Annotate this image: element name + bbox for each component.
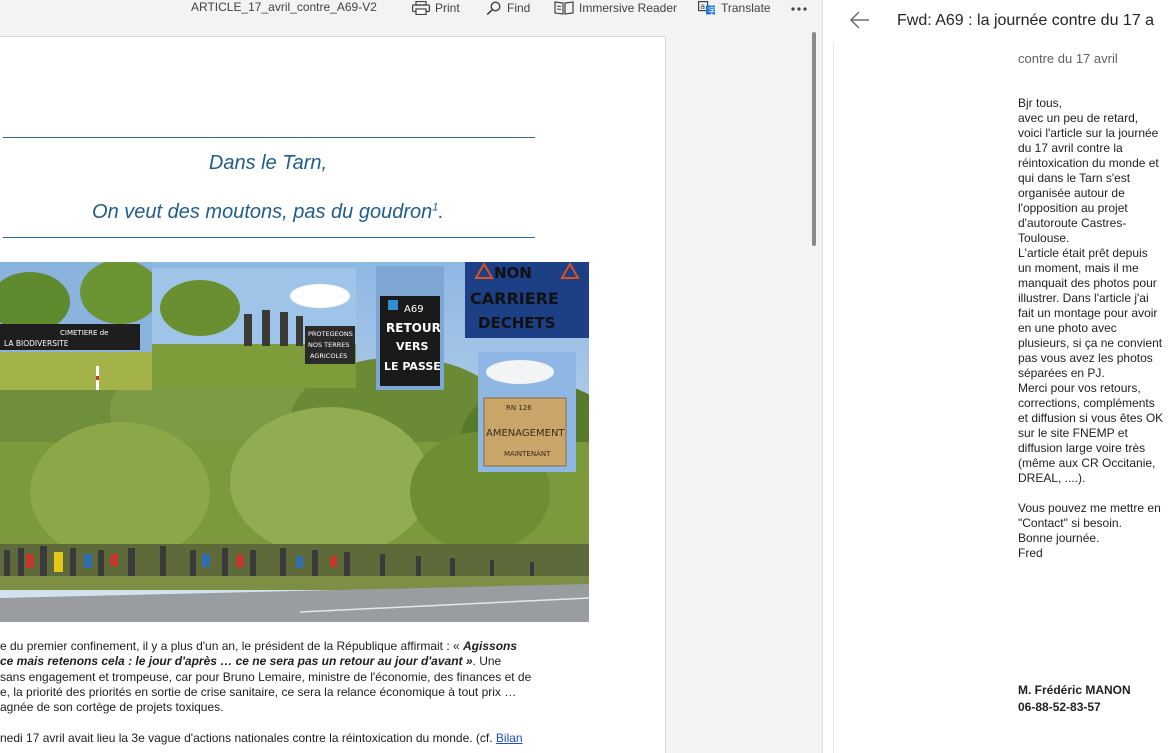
print-label: Print <box>435 1 460 15</box>
mail-body-line: Bjr tous, <box>1018 96 1063 110</box>
mail-body-line: organisée autour de <box>1018 186 1125 200</box>
para-1-line-1: e du premier confinement, il y a plus d'… <box>0 639 600 654</box>
mail-subject-tail: contre du 17 avril <box>1018 51 1118 66</box>
signature-phone: 06-88-52-83-57 <box>1018 700 1101 714</box>
sign-rn-line-3: MAINTENANT <box>504 450 551 458</box>
document-viewer: ARTICLE_17_avril_contre_A69-V2 Print Fin… <box>0 0 822 753</box>
protest-photo-montage: CIMETIERE de LA BIODIVERSITE PROTEGEONS … <box>0 262 589 622</box>
sign-rn-line-2: AMENAGEMENT <box>486 428 565 439</box>
mail-body-line: et diffusion si vous êtes OK <box>1018 411 1164 425</box>
mail-body-line: d'autoroute Castres- <box>1018 216 1127 230</box>
sign-rn-line-1: RN 126 <box>506 404 532 412</box>
photo-montage-image: CIMETIERE de LA BIODIVERSITE PROTEGEONS … <box>0 262 589 622</box>
banner-cemetery-line-1: CIMETIERE de <box>60 329 108 337</box>
para-1-line-1-emphasis: Agissons <box>463 639 518 653</box>
translate-label: Translate <box>721 1 771 15</box>
mail-body-line: voici l'article sur la journée <box>1018 126 1159 140</box>
mail-body-line: qui dans le Tarn s'est <box>1018 171 1131 185</box>
sign-a69-line-1: A69 <box>404 304 424 315</box>
mail-body-line: plusieurs, si ça ne convient <box>1018 336 1163 350</box>
translate-button[interactable]: a 字 Translate <box>698 0 771 16</box>
mail-signature: M. Frédéric MANON 06-88-52-83-57 <box>1018 682 1131 716</box>
para-1-line-4: e, la priorité des priorités en sortie d… <box>0 684 517 699</box>
mail-body-line: en une photo avec <box>1018 321 1117 335</box>
find-label: Find <box>507 1 531 15</box>
bilan-link[interactable]: Bilan <box>496 731 523 745</box>
article-heading-line-2: On veut des moutons, pas du goudron1. <box>0 201 536 224</box>
article-heading-line-1: Dans le Tarn, <box>208 152 328 174</box>
mail-body-line: sur le site FNEMP et <box>1018 426 1128 440</box>
document-name: ARTICLE_17_avril_contre_A69-V2 <box>191 0 377 14</box>
mail-body-line: réintoxication du monde et <box>1018 156 1159 170</box>
sign-protegeons-line-2: NOS TERRES <box>308 341 350 349</box>
heading-rule-bottom <box>3 237 535 238</box>
sign-a69-line-2: RETOUR <box>386 321 441 335</box>
mail-body-line: pas vous avez les photos <box>1018 351 1153 365</box>
mail-body-line: Fred <box>1018 546 1043 560</box>
para-1-line-5: agnée de son cortège de projets toxiques… <box>0 700 224 715</box>
para-1-line-3: sans engagement et trompeuse, car pour B… <box>0 669 532 684</box>
ellipsis-icon <box>791 7 807 11</box>
mail-subject: Fwd: A69 : la journée contre du 17 a <box>897 12 1155 29</box>
printer-icon <box>412 1 430 15</box>
mail-body-line: Toulouse. <box>1018 231 1070 245</box>
mail-pane-divider <box>833 42 834 753</box>
article-paragraph-1: e du premier confinement, il y a plus d'… <box>0 639 600 715</box>
mail-body-line: du 17 avril contre la <box>1018 141 1123 155</box>
mail-body-line: illustrer. Dans l'article j'ai <box>1018 291 1149 305</box>
immersive-reader-label: Immersive Reader <box>579 1 678 15</box>
mail-body-line: L'article était prêt depuis <box>1018 246 1148 260</box>
immersive-reader-icon <box>554 1 574 15</box>
sign-a69-line-4: LE PASSE <box>384 360 441 373</box>
svg-text:a: a <box>700 2 705 11</box>
mail-body-line: "Contact" si besoin. <box>1018 516 1122 530</box>
mail-body: Bjr tous, avec un peu de retard, voici l'a… <box>1018 96 1163 561</box>
mail-body-line: fait un montage pour avoir <box>1018 306 1158 320</box>
banner-cemetery-line-2: LA BIODIVERSITE <box>4 339 69 348</box>
mail-body-line: (même aux CR Occitanie, <box>1018 456 1156 470</box>
para-1-line-2-emphasis: ce mais retenons cela : le jour d'après … <box>0 654 473 669</box>
mail-body-line: corrections, compléments <box>1018 396 1155 410</box>
sign-protegeons-line-1: PROTEGEONS <box>308 330 353 338</box>
sign-non-line-3: DECHETS <box>478 314 556 332</box>
more-options-button[interactable] <box>790 0 808 16</box>
sign-non-line-2: CARRIERE <box>470 289 559 308</box>
back-button[interactable] <box>849 9 871 31</box>
mail-body-line: manquait des photos pour <box>1018 276 1157 290</box>
sign-protegeons-line-3: AGRICOLES <box>310 352 347 360</box>
para-1-line-2: ce mais retenons cela : le jour d'après … <box>0 654 600 669</box>
translate-icon: a 字 <box>698 1 716 15</box>
document-page: Dans le Tarn, On veut des moutons, pas d… <box>0 36 666 753</box>
signature-name: M. Frédéric MANON <box>1018 683 1131 697</box>
heading-line-2-text: On veut des moutons, pas du goudron <box>92 201 433 223</box>
viewer-scrollbar-thumb[interactable] <box>812 32 816 246</box>
mail-body-line: un moment, mais il me <box>1018 261 1139 275</box>
para-1-line-1-text: e du premier confinement, il y a plus d'… <box>0 639 464 653</box>
mail-body-line: l'opposition au projet <box>1018 201 1128 215</box>
mail-body-line: séparées en PJ. <box>1018 366 1105 380</box>
immersive-reader-button[interactable]: Immersive Reader <box>554 0 677 16</box>
mail-reading-pane: Fwd: A69 : la journée contre du 17 a con… <box>822 0 1170 753</box>
sign-a69-line-3: VERS <box>396 340 428 353</box>
mail-body-line: DREAL, ....). <box>1018 471 1086 485</box>
heading-rule-top <box>3 137 535 138</box>
mail-body-line: Merci pour vos retours, <box>1018 381 1141 395</box>
article-paragraph-2: nedi 17 avril avait lieu la 3e vague d'a… <box>0 731 600 746</box>
viewer-toolbar: ARTICLE_17_avril_contre_A69-V2 Print Fin… <box>0 0 822 18</box>
arrow-left-icon <box>849 11 869 29</box>
mail-body-line <box>1018 486 1163 501</box>
print-button[interactable]: Print <box>412 0 460 16</box>
mail-body-line: avec un peu de retard, <box>1018 111 1139 125</box>
sign-non-line-1: NON <box>494 264 532 282</box>
mail-body-line: diffusion large voire très <box>1018 441 1146 455</box>
find-button[interactable]: Find <box>486 0 530 16</box>
para-2-text: nedi 17 avril avait lieu la 3e vague d'a… <box>0 731 496 745</box>
svg-text:字: 字 <box>708 6 716 16</box>
search-icon <box>486 1 501 15</box>
mail-body-line: Bonne journée. <box>1018 531 1100 545</box>
mail-body-line: Vous pouvez me mettre en <box>1018 501 1161 515</box>
heading-line-2-end: . <box>438 201 444 223</box>
para-1-line-2-text: . Une <box>472 654 502 669</box>
